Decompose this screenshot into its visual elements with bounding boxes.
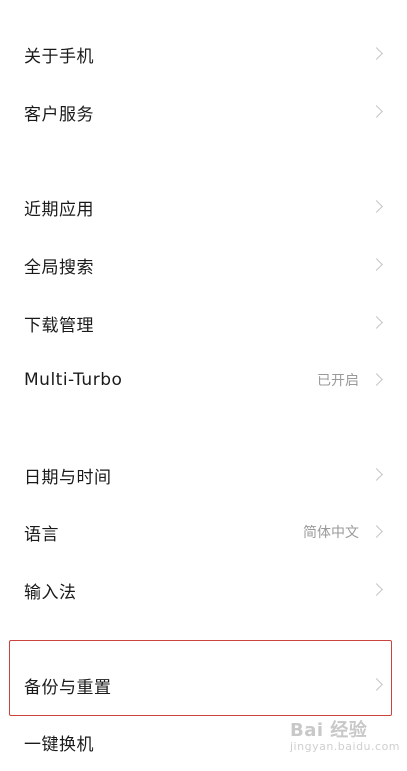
settings-item-label: 日期与时间 [24, 467, 112, 488]
chevron-right-icon [370, 373, 383, 386]
settings-item-label: 下载管理 [24, 315, 94, 336]
chevron-right-icon [370, 316, 383, 329]
settings-item-language[interactable]: 语言 简体中文 [0, 503, 407, 561]
settings-item-label: 输入法 [24, 582, 77, 603]
settings-item-value: 简体中文 [303, 525, 359, 541]
chevron-right-icon [370, 583, 383, 596]
settings-item-about-phone[interactable]: 关于手机 [0, 25, 407, 83]
settings-item-label: 一键换机 [24, 734, 94, 755]
settings-item-label: 近期应用 [24, 199, 94, 220]
settings-item-label: 客户服务 [24, 104, 94, 125]
baidu-watermark: Bai 经验 jingyan.baidu.com [290, 716, 400, 753]
settings-item-label: 关于手机 [24, 46, 94, 67]
settings-item-label: 全局搜索 [24, 257, 94, 278]
watermark-url: jingyan.baidu.com [290, 740, 401, 753]
chevron-right-icon [370, 200, 383, 213]
settings-item-value: 已开启 [317, 373, 359, 389]
chevron-right-icon [370, 47, 383, 60]
settings-item-customer-service[interactable]: 客户服务 [0, 83, 407, 141]
chevron-right-icon [370, 258, 383, 271]
settings-item-label: 语言 [24, 524, 59, 545]
settings-item-recent-apps[interactable]: 近期应用 [0, 178, 407, 236]
chevron-right-icon [370, 105, 383, 118]
watermark-brand: Bai 经验 [290, 720, 368, 741]
settings-item-date-time[interactable]: 日期与时间 [0, 446, 407, 504]
settings-item-input-method[interactable]: 输入法 [0, 561, 407, 619]
settings-item-global-search[interactable]: 全局搜索 [0, 236, 407, 294]
chevron-right-icon [370, 468, 383, 481]
highlight-box [9, 640, 392, 716]
settings-item-label: Multi-Turbo [24, 370, 123, 390]
chevron-right-icon [370, 525, 383, 538]
settings-item-download-manager[interactable]: 下载管理 [0, 294, 407, 352]
settings-item-multi-turbo[interactable]: Multi-Turbo 已开启 [0, 351, 407, 409]
